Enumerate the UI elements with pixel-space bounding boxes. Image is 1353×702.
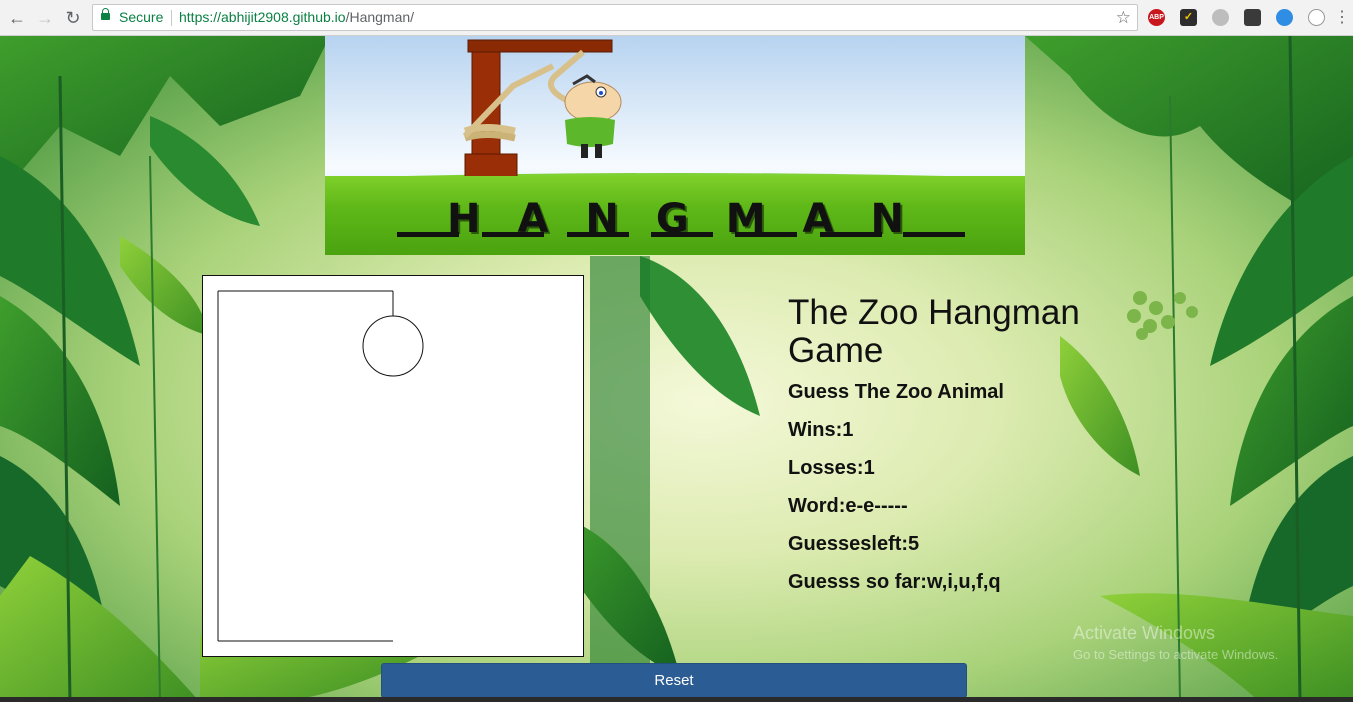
secure-label: Secure xyxy=(119,9,164,25)
watermark-line-1: Activate Windows xyxy=(1073,623,1216,643)
privacy-badge-icon[interactable] xyxy=(1244,9,1261,26)
game-info-panel: The Zoo Hangman Game Guess The Zoo Anima… xyxy=(788,294,1128,608)
watermark-line-2: Go to Settings to activate Windows. xyxy=(1073,647,1279,662)
smiley-icon[interactable] xyxy=(1308,9,1325,26)
back-arrow-icon[interactable]: ← xyxy=(6,7,28,29)
url-text[interactable]: https://abhijit2908.github.io/Hangman/ xyxy=(179,5,414,30)
bookmark-star-icon[interactable]: ☆ xyxy=(1116,5,1131,30)
hangman-canvas xyxy=(202,275,584,657)
lock-icon xyxy=(101,8,110,20)
reset-button[interactable]: Reset xyxy=(381,663,967,698)
guesses-left: Guessesleft:5 xyxy=(788,533,920,555)
forward-arrow-icon[interactable]: → xyxy=(34,7,56,29)
address-separator xyxy=(171,10,172,26)
compass-icon[interactable] xyxy=(1276,9,1293,26)
adblock-plus-icon[interactable]: ABP xyxy=(1148,9,1165,26)
address-bar[interactable]: Secure https://abhijit2908.github.io/Han… xyxy=(92,4,1138,31)
taskbar-strip xyxy=(0,697,1353,702)
banner-underlines xyxy=(397,232,965,237)
reload-icon[interactable]: ↻ xyxy=(62,7,84,29)
windows-activation-watermark: Activate Windows Go to Settings to activ… xyxy=(1073,623,1278,662)
ghost-icon[interactable] xyxy=(1212,9,1229,26)
guessed-letters: Guesss so far:w,i,u,f,q xyxy=(788,571,1001,593)
hangman-banner: HANGMAN xyxy=(325,36,1025,255)
game-title: The Zoo Hangman Game xyxy=(788,293,1080,370)
game-page: HANGMAN The Zoo Hangman Game Guess The Z… xyxy=(0,36,1353,702)
browser-toolbar: ← → ↻ Secure https://abhijit2908.github.… xyxy=(0,0,1353,36)
hangman-drawing xyxy=(217,290,424,642)
game-subtitle: Guess The Zoo Animal xyxy=(788,381,1004,403)
losses-count: Losses:1 xyxy=(788,457,875,479)
word-display: Word:e-e----- xyxy=(788,495,908,517)
checkmark-shield-icon[interactable]: ✓ xyxy=(1180,9,1197,26)
hangman-head xyxy=(362,315,424,377)
menu-dots-icon[interactable]: ⋮ xyxy=(1331,7,1353,29)
url-path: /Hangman/ xyxy=(345,9,415,25)
url-origin: https://abhijit2908.github.io xyxy=(179,9,346,25)
wins-count: Wins:1 xyxy=(788,419,854,441)
